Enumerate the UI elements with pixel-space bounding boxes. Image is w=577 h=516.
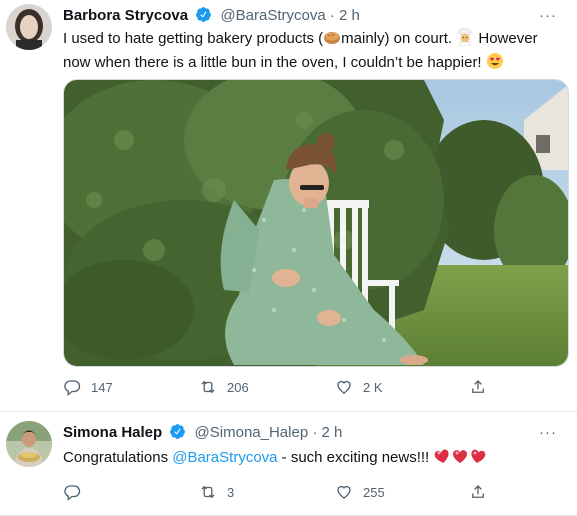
tweet-actions: 147 206 2 K (63, 377, 533, 397)
avatar-simona[interactable] (6, 421, 52, 467)
bread-emoji-icon (323, 28, 341, 52)
tweet-text-part: mainly) on court. (341, 30, 453, 47)
reply-count: 147 (91, 379, 113, 395)
verified-badge-icon (169, 423, 186, 446)
tweet-text: Congratulations @BaraStrycova - such exc… (63, 447, 555, 471)
author-name[interactable]: Simona Halep (63, 424, 162, 441)
tweet-text-part: I used to hate getting bakery products ( (63, 30, 324, 47)
share-button[interactable] (469, 482, 487, 502)
like-icon (335, 483, 353, 501)
tweet-header: Barbora Strycova @BaraStrycova · 2 h ··· (63, 6, 567, 26)
retweet-button[interactable]: 206 (199, 377, 249, 397)
like-icon (335, 378, 353, 396)
share-button[interactable] (469, 377, 487, 397)
author-handle[interactable]: @BaraStrycova (220, 7, 325, 24)
mention-link[interactable]: @BaraStrycova (172, 449, 277, 466)
author-handle[interactable]: @Simona_Halep (195, 424, 309, 441)
tweet-barbora: Barbora Strycova @BaraStrycova · 2 h ···… (0, 0, 577, 412)
heart-emoji-icon (433, 447, 487, 471)
more-options-icon[interactable]: ··· (539, 6, 557, 26)
retweet-icon (199, 483, 217, 501)
like-count: 255 (363, 484, 385, 500)
retweet-count: 206 (227, 379, 249, 395)
like-button[interactable]: 2 K (335, 377, 383, 397)
tweet-actions: 3 255 (63, 482, 533, 502)
avatar-barbora[interactable] (6, 4, 52, 50)
tweet-text-part: Congratulations (63, 449, 173, 466)
separator-dot: · (329, 7, 335, 24)
share-icon (469, 378, 487, 396)
reply-icon (63, 483, 81, 501)
separator-dot: · (312, 424, 318, 441)
timestamp[interactable]: 2 h (339, 7, 360, 24)
tweet-header: Simona Halep @Simona_Halep · 2 h ··· (63, 423, 567, 443)
reply-icon (63, 378, 81, 396)
timestamp[interactable]: 2 h (322, 424, 343, 441)
author-name[interactable]: Barbora Strycova (63, 7, 188, 24)
reply-button[interactable] (63, 482, 91, 502)
more-options-icon[interactable]: ··· (539, 423, 557, 443)
retweet-button[interactable]: 3 (199, 482, 234, 502)
tweet-simona: Simona Halep @Simona_Halep · 2 h ··· Con… (0, 412, 577, 516)
heart-eyes-emoji-icon (486, 52, 504, 76)
baker-emoji-icon (456, 28, 474, 52)
reply-button[interactable]: 147 (63, 377, 113, 397)
verified-badge-icon (195, 6, 212, 29)
retweet-icon (199, 378, 217, 396)
retweet-count: 3 (227, 484, 235, 500)
share-icon (469, 483, 487, 501)
like-count: 2 K (363, 379, 383, 395)
tweet-photo[interactable] (63, 79, 569, 367)
tweet-text: I used to hate getting bakery products (… (63, 28, 555, 76)
tweet-text-part: - such exciting news!!! (277, 449, 430, 466)
like-button[interactable]: 255 (335, 482, 385, 502)
